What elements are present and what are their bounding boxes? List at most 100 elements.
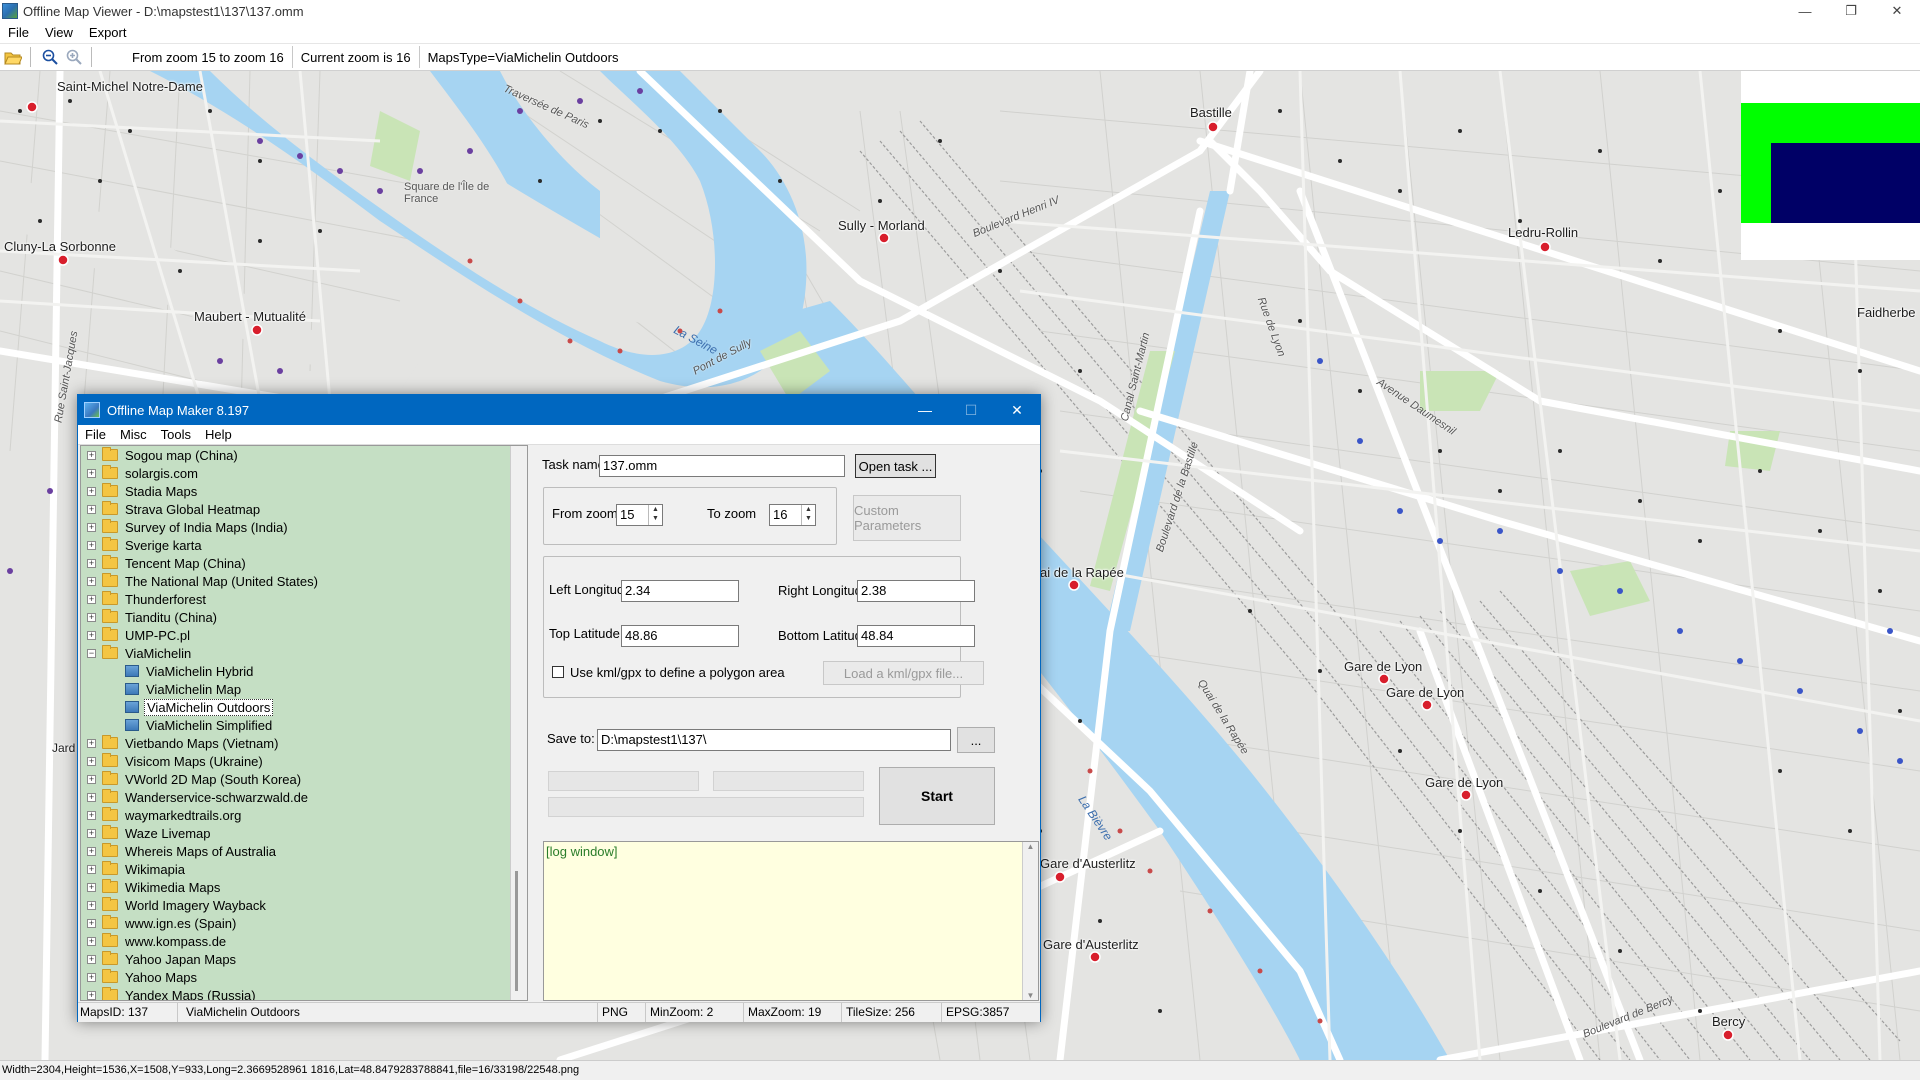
tree-folder-item[interactable]: + UMP-PC.pl xyxy=(81,626,527,644)
minimize-button[interactable]: — xyxy=(1782,0,1828,22)
load-kml-button[interactable]: Load a kml/gpx file... xyxy=(823,661,984,685)
expand-icon[interactable]: + xyxy=(87,738,96,748)
expand-icon[interactable]: + xyxy=(87,954,96,964)
expand-icon[interactable]: + xyxy=(87,936,96,946)
dialog-menu-tools[interactable]: Tools xyxy=(154,427,198,442)
tree-folder-item[interactable]: + Waze Livemap xyxy=(81,824,527,842)
tree-folder-item[interactable]: + Wikimapia xyxy=(81,860,527,878)
tree-scrollbar-thumb[interactable] xyxy=(515,871,518,991)
expand-icon[interactable]: + xyxy=(87,810,96,820)
tree-folder-item[interactable]: + waymarkedtrails.org xyxy=(81,806,527,824)
log-scroll-down-icon[interactable]: ▼ xyxy=(1023,991,1038,1000)
kml-checkbox[interactable] xyxy=(552,666,564,678)
log-scroll-up-icon[interactable]: ▲ xyxy=(1023,842,1038,851)
dialog-maximize-button[interactable]: ☐ xyxy=(948,395,994,425)
dialog-menu-help[interactable]: Help xyxy=(198,427,239,442)
expand-icon[interactable]: + xyxy=(87,576,96,586)
tree-folder-item[interactable]: + Tencent Map (China) xyxy=(81,554,527,572)
open-folder-button[interactable] xyxy=(2,46,24,68)
map-source-tree[interactable]: + Sogou map (China) + solargis.com + Stadia M… xyxy=(80,445,528,1001)
to-zoom-spinner[interactable]: 16 ▲ ▼ xyxy=(769,504,816,526)
start-button[interactable]: Start xyxy=(879,767,995,825)
expand-icon[interactable]: + xyxy=(87,828,96,838)
tree-folder-item[interactable]: + Vietbando Maps (Vietnam) xyxy=(81,734,527,752)
tree-folder-item[interactable]: + Thunderforest xyxy=(81,590,527,608)
task-name-input[interactable]: 137.omm xyxy=(599,455,845,477)
to-zoom-value: 16 xyxy=(773,507,788,522)
collapse-icon[interactable]: − xyxy=(87,648,96,658)
tree-folder-item[interactable]: + www.ign.es (Spain) xyxy=(81,914,527,932)
tree-map-item[interactable]: ViaMichelin Hybrid xyxy=(81,662,527,680)
browse-folder-button[interactable]: ... xyxy=(957,727,995,753)
log-window[interactable]: [log window] ▲ ▼ xyxy=(543,841,1039,1001)
expand-icon[interactable]: + xyxy=(87,792,96,802)
expand-icon[interactable]: + xyxy=(87,900,96,910)
tree-folder-item[interactable]: + Sogou map (China) xyxy=(81,446,527,464)
save-to-input[interactable]: D:\mapstest1\137\ xyxy=(597,729,951,751)
to-zoom-spin-arrows[interactable]: ▲ ▼ xyxy=(801,505,815,525)
expand-icon[interactable]: + xyxy=(87,972,96,982)
top-latitude-input[interactable]: 48.86 xyxy=(621,625,739,647)
expand-icon[interactable]: + xyxy=(87,504,96,514)
expand-icon[interactable]: + xyxy=(87,594,96,604)
tree-folder-item[interactable]: + Yandex Maps (Russia) xyxy=(81,986,527,1000)
tree-folder-item[interactable]: + Visicom Maps (Ukraine) xyxy=(81,752,527,770)
expand-icon[interactable]: + xyxy=(87,882,96,892)
tree-folder-item[interactable]: + Strava Global Heatmap xyxy=(81,500,527,518)
tree-folder-item[interactable]: + solargis.com xyxy=(81,464,527,482)
dialog-close-button[interactable]: ✕ xyxy=(994,395,1040,425)
menu-view[interactable]: View xyxy=(37,25,81,40)
tree-map-item[interactable]: ViaMichelin Outdoors xyxy=(81,698,527,716)
tree-folder-item[interactable]: + Wikimedia Maps xyxy=(81,878,527,896)
zoom-out-button[interactable] xyxy=(39,46,61,68)
expand-icon[interactable]: + xyxy=(87,756,96,766)
log-text: [log window] xyxy=(546,844,618,859)
expand-icon[interactable]: + xyxy=(87,612,96,622)
tree-folder-item[interactable]: + Yahoo Maps xyxy=(81,968,527,986)
tree-folder-item[interactable]: + Wanderservice-schwarzwald.de xyxy=(81,788,527,806)
open-task-button[interactable]: Open task ... xyxy=(855,454,936,478)
tree-map-item[interactable]: ViaMichelin Map xyxy=(81,680,527,698)
tree-folder-item[interactable]: + Tianditu (China) xyxy=(81,608,527,626)
tree-folder-item[interactable]: + Survey of India Maps (India) xyxy=(81,518,527,536)
zoom-in-button[interactable] xyxy=(63,46,85,68)
tree-scrollbar[interactable] xyxy=(510,446,527,1000)
expand-icon[interactable]: + xyxy=(87,864,96,874)
expand-icon[interactable]: + xyxy=(87,918,96,928)
dialog-menu-file[interactable]: File xyxy=(78,427,113,442)
expand-icon[interactable]: + xyxy=(87,630,96,640)
from-zoom-spin-arrows[interactable]: ▲ ▼ xyxy=(648,505,662,525)
tree-map-item[interactable]: ViaMichelin Simplified xyxy=(81,716,527,734)
tree-folder-item[interactable]: − ViaMichelin xyxy=(81,644,527,662)
expand-icon[interactable]: + xyxy=(87,486,96,496)
tree-folder-item[interactable]: + www.kompass.de xyxy=(81,932,527,950)
left-longitude-input[interactable]: 2.34 xyxy=(621,580,739,602)
expand-icon[interactable]: + xyxy=(87,450,96,460)
tree-folder-item[interactable]: + Yahoo Japan Maps xyxy=(81,950,527,968)
from-zoom-spinner[interactable]: 15 ▲ ▼ xyxy=(616,504,663,526)
tree-folder-item[interactable]: + Whereis Maps of Australia xyxy=(81,842,527,860)
expand-icon[interactable]: + xyxy=(87,540,96,550)
right-longitude-input[interactable]: 2.38 xyxy=(857,580,975,602)
log-scrollbar[interactable]: ▲ ▼ xyxy=(1022,842,1038,1000)
expand-icon[interactable]: + xyxy=(87,774,96,784)
expand-icon[interactable]: + xyxy=(87,522,96,532)
custom-parameters-button[interactable]: Custom Parameters xyxy=(853,495,961,541)
menu-file[interactable]: File xyxy=(0,25,37,40)
status-tile-size: TileSize: 256 xyxy=(842,1003,942,1022)
dialog-minimize-button[interactable]: — xyxy=(902,395,948,425)
close-button[interactable]: ✕ xyxy=(1874,0,1920,22)
expand-icon[interactable]: + xyxy=(87,990,96,1000)
tree-folder-item[interactable]: + VWorld 2D Map (South Korea) xyxy=(81,770,527,788)
tree-folder-item[interactable]: + The National Map (United States) xyxy=(81,572,527,590)
tree-folder-item[interactable]: + Sverige karta xyxy=(81,536,527,554)
expand-icon[interactable]: + xyxy=(87,468,96,478)
expand-icon[interactable]: + xyxy=(87,558,96,568)
tree-folder-item[interactable]: + Stadia Maps xyxy=(81,482,527,500)
tree-folder-item[interactable]: + World Imagery Wayback xyxy=(81,896,527,914)
bottom-latitude-input[interactable]: 48.84 xyxy=(857,625,975,647)
maximize-button[interactable]: ❐ xyxy=(1828,0,1874,22)
expand-icon[interactable]: + xyxy=(87,846,96,856)
dialog-menu-misc[interactable]: Misc xyxy=(113,427,154,442)
menu-export[interactable]: Export xyxy=(81,25,135,40)
